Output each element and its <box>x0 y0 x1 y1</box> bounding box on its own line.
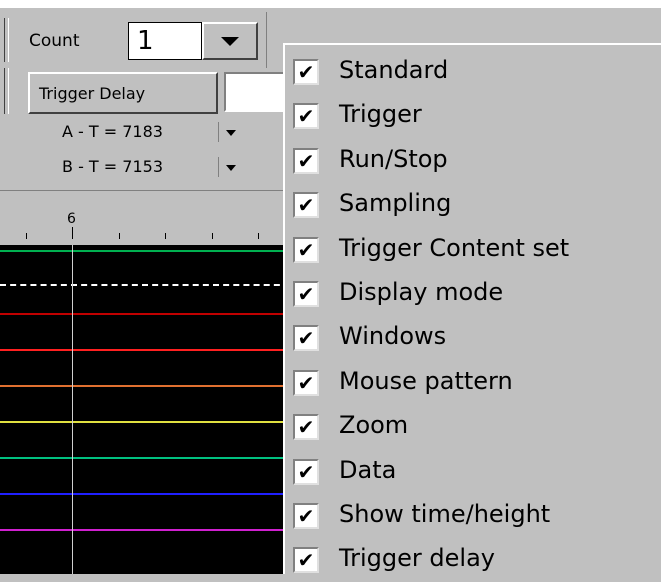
row-divider <box>8 18 9 62</box>
menu-item-label: Display mode <box>339 278 504 306</box>
toolbar-divider <box>266 12 267 68</box>
trace-line <box>0 385 290 387</box>
ruler-tick <box>119 233 120 239</box>
b-t-readout: B - T = 7153 <box>62 157 163 176</box>
ruler-tick <box>165 233 166 239</box>
trace-line <box>0 529 290 531</box>
count-dropdown-button[interactable] <box>202 22 258 60</box>
checkbox[interactable]: ✔ <box>293 103 319 130</box>
checkbox[interactable]: ✔ <box>293 458 319 485</box>
row-divider <box>4 18 5 62</box>
row-divider <box>8 68 9 114</box>
menu-item[interactable]: ✔ Trigger Content set <box>293 228 653 272</box>
count-select[interactable]: 1 <box>128 22 202 60</box>
ruler-tick <box>212 233 213 239</box>
menu-item[interactable]: ✔ Standard <box>293 50 653 94</box>
menu-item[interactable]: ✔ Display mode <box>293 272 653 316</box>
menu-item-label: Mouse pattern <box>339 366 513 395</box>
menu-item-label: Sampling <box>339 189 452 218</box>
trace-line <box>0 493 290 495</box>
checkbox[interactable]: ✔ <box>293 369 319 396</box>
menu-item-label: Standard <box>339 56 449 84</box>
menu-item[interactable]: ✔ Mouse pattern <box>293 361 653 405</box>
trace-line <box>0 457 290 459</box>
checkbox[interactable]: ✔ <box>293 192 319 219</box>
trace-line <box>0 313 290 315</box>
checkbox[interactable]: ✔ <box>293 325 319 352</box>
waveform-display[interactable] <box>0 245 290 574</box>
menu-item[interactable]: ✔ Run/Stop <box>293 139 653 183</box>
menu-item-label: Trigger Content set <box>339 233 570 262</box>
ruler-tick-label: 6 <box>67 211 76 227</box>
trace-line <box>0 349 290 351</box>
menu-item[interactable]: ✔ Data <box>293 450 653 494</box>
trace-line <box>0 250 290 252</box>
menu-item[interactable]: ✔ Trigger <box>293 94 653 138</box>
menu-item-label: Trigger delay <box>339 544 495 573</box>
ruler-tick <box>72 227 73 239</box>
count-label: Count <box>29 31 80 51</box>
menu-item[interactable]: ✔ Show time/height <box>293 494 653 538</box>
checkbox[interactable]: ✔ <box>293 547 319 574</box>
toolbar-context-menu: ✔ Standard ✔ Trigger ✔ Run/Stop ✔ Sampling ✔ Trig… <box>283 43 661 574</box>
a-t-dropdown-icon[interactable] <box>226 130 236 136</box>
trigger-delay-label-box: Trigger Delay <box>28 72 218 114</box>
checkbox[interactable]: ✔ <box>293 414 319 441</box>
trigger-delay-label: Trigger Delay <box>39 84 146 103</box>
readout-divider <box>218 122 219 142</box>
checkbox[interactable]: ✔ <box>293 503 319 529</box>
trigger-line <box>0 284 290 286</box>
row-divider <box>4 68 5 114</box>
trace-line <box>0 421 290 423</box>
chevron-down-icon <box>221 37 239 46</box>
menu-item[interactable]: ✔ Trigger delay <box>293 538 653 582</box>
menu-item-label: Trigger <box>339 100 422 129</box>
menu-item[interactable]: ✔ Zoom <box>293 405 653 449</box>
menu-item-label: Zoom <box>339 411 409 440</box>
readout-divider <box>218 157 219 177</box>
ruler-tick <box>258 233 259 239</box>
menu-item-label: Show time/height <box>339 500 551 528</box>
a-t-readout: A - T = 7183 <box>62 122 163 141</box>
top-border <box>0 0 661 8</box>
menu-item-label: Run/Stop <box>339 144 448 173</box>
menu-item-label: Windows <box>339 322 447 351</box>
checkbox[interactable]: ✔ <box>293 236 319 263</box>
ruler-tick <box>26 233 27 239</box>
b-t-dropdown-icon[interactable] <box>226 165 236 171</box>
time-ruler: 6 <box>0 190 290 247</box>
menu-item[interactable]: ✔ Sampling <box>293 183 653 227</box>
checkbox[interactable]: ✔ <box>293 59 319 85</box>
checkbox[interactable]: ✔ <box>293 147 319 174</box>
checkbox[interactable]: ✔ <box>293 281 319 307</box>
menu-item-label: Data <box>339 455 397 484</box>
menu-item[interactable]: ✔ Windows <box>293 316 653 360</box>
time-cursor[interactable] <box>72 245 73 574</box>
